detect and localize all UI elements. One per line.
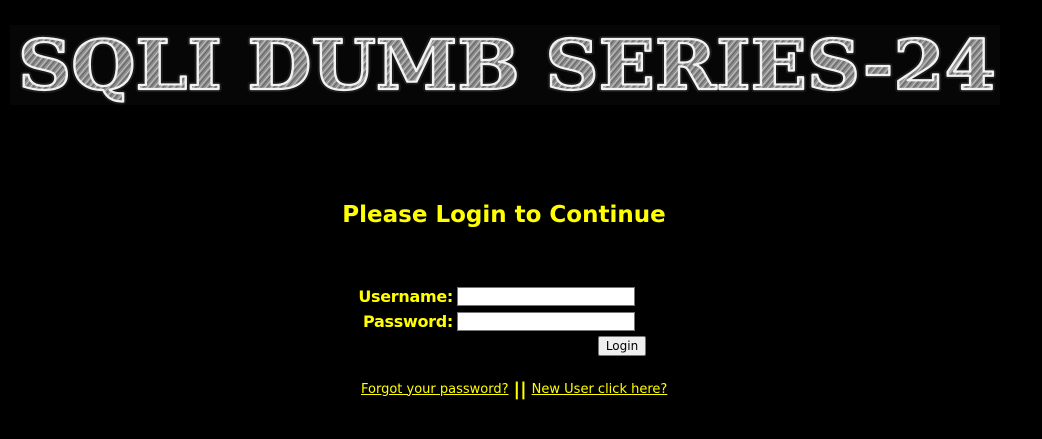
banner-title: SQLI DUMB SERIES-24 (18, 26, 996, 105)
banner-logo: SQLI DUMB SERIES-24 SQLI DUMB SERIES-24 (10, 25, 1000, 105)
link-separator: || (513, 378, 527, 400)
new-user-link[interactable]: New User click here? (532, 382, 668, 397)
username-label: Username: (358, 286, 453, 306)
forgot-password-link[interactable]: Forgot your password? (361, 382, 509, 397)
password-input[interactable] (457, 311, 635, 331)
page: SQLI DUMB SERIES-24 SQLI DUMB SERIES-24 … (0, 0, 1042, 439)
page-heading: Please Login to Continue (342, 202, 666, 228)
username-input[interactable] (457, 286, 635, 306)
account-links: Forgot your password? || New User click … (361, 377, 667, 401)
banner-logo-graphic: SQLI DUMB SERIES-24 SQLI DUMB SERIES-24 (15, 25, 999, 105)
password-row: Password: (333, 310, 635, 332)
username-row: Username: (333, 285, 635, 307)
login-button[interactable]: Login (598, 336, 646, 356)
password-label: Password: (363, 311, 453, 331)
